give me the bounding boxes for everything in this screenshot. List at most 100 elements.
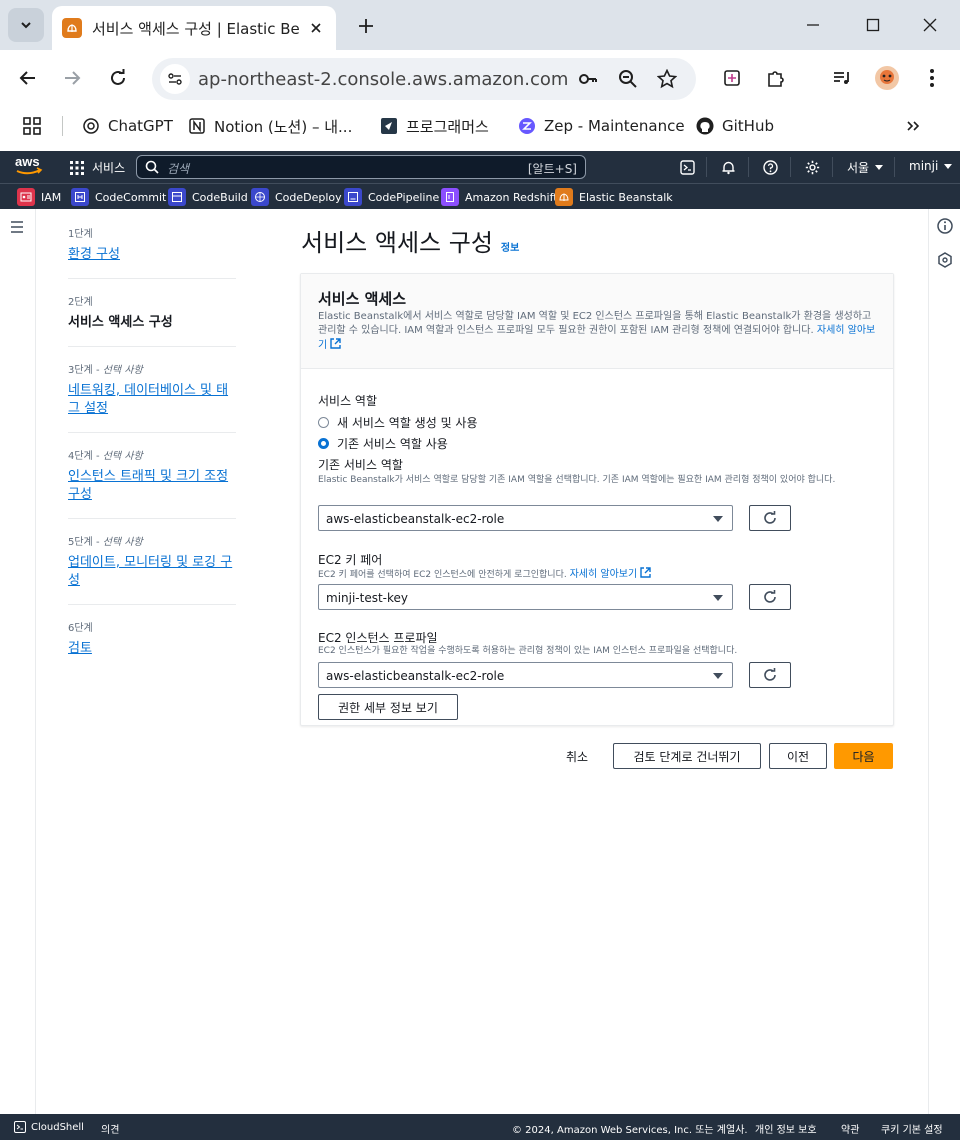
new-tab-icon[interactable] — [354, 14, 378, 38]
apps-grid-icon[interactable] — [22, 114, 42, 138]
refresh-profiles-button[interactable] — [749, 662, 791, 688]
favorites-bar: IAM CodeCommit CodeBuild CodeDeploy Code… — [0, 183, 960, 209]
privacy-link[interactable]: 개인 정보 보호 — [755, 1121, 817, 1136]
existing-role-select[interactable]: aws-elasticbeanstalk-ec2-role — [318, 505, 733, 531]
external-link-icon — [330, 338, 341, 349]
iam-icon — [17, 188, 35, 206]
elastic-beanstalk-icon — [555, 188, 573, 206]
feedback-link[interactable]: 의견 — [101, 1121, 119, 1136]
favorite-iam[interactable]: IAM — [17, 187, 61, 207]
radio-new-service-role[interactable]: 새 서비스 역할 생성 및 사용 — [318, 414, 478, 431]
aws-search-input[interactable]: 검색 [알트+S] — [136, 155, 586, 179]
menu-hamburger-icon[interactable] — [9, 219, 27, 235]
next-button[interactable]: 다음 — [834, 743, 893, 769]
tab-close-icon[interactable] — [306, 18, 326, 38]
region-label: 서울 — [847, 161, 870, 175]
account-label: minji — [909, 159, 939, 173]
nav-divider — [894, 157, 895, 177]
browser-tab[interactable]: 서비스 액세스 구성 | Elastic Be — [52, 6, 336, 50]
tab-title: 서비스 액세스 구성 | Elastic Be — [92, 19, 300, 38]
tools-rail — [928, 209, 960, 1114]
previous-button[interactable]: 이전 — [769, 743, 827, 769]
favorite-redshift[interactable]: Amazon Redshift — [441, 187, 558, 207]
refresh-roles-button[interactable] — [749, 505, 791, 531]
cloudshell-footer-button[interactable]: CloudShell — [14, 1121, 84, 1133]
radio-label: 기존 서비스 역할 사용 — [337, 437, 448, 451]
favorite-elastic-beanstalk[interactable]: Elastic Beanstalk — [555, 187, 673, 207]
help-icon[interactable] — [762, 159, 778, 175]
bookmark-star-icon[interactable] — [655, 67, 679, 91]
media-playlist-icon[interactable] — [828, 64, 856, 92]
aws-logo[interactable]: aws — [14, 154, 44, 178]
wizard-step-5: 5단계 - 선택 사항 업데이트, 모니터링 및 로깅 구성 — [68, 533, 236, 605]
bookmark-programmers[interactable]: 프로그래머스 — [380, 114, 489, 138]
select-value: minji-test-key — [326, 591, 409, 605]
profile-avatar[interactable] — [873, 64, 901, 92]
bookmark-github[interactable]: GitHub — [696, 114, 774, 138]
step-link-environment[interactable]: 환경 구성 — [68, 246, 236, 264]
tab-search-button[interactable] — [8, 8, 44, 42]
forward-icon[interactable] — [58, 64, 86, 92]
step-number: 3단계 - 선택 사항 — [68, 365, 143, 376]
notifications-bell-icon[interactable] — [720, 159, 736, 175]
account-menu[interactable]: minji — [909, 159, 953, 173]
keypair-label: EC2 키 페어 — [318, 553, 383, 567]
svg-text:aws: aws — [15, 154, 40, 169]
keypair-select[interactable]: minji-test-key — [318, 584, 733, 610]
favorite-codebuild[interactable]: CodeBuild — [168, 187, 248, 207]
page-title: 서비스 액세스 구성 — [301, 229, 493, 257]
refresh-keypairs-button[interactable] — [749, 584, 791, 610]
step-link-traffic-scaling[interactable]: 인스턴스 트래픽 및 크기 조정 구성 — [68, 468, 236, 504]
password-key-icon[interactable] — [576, 67, 600, 91]
terms-link[interactable]: 약관 — [841, 1121, 859, 1136]
cancel-button[interactable]: 취소 — [566, 748, 588, 765]
bookmarks-bar: ChatGPT Notion (노션) – 내... 프로그래머스 Zep - … — [0, 106, 960, 146]
service-role-label: 서비스 역할 — [318, 394, 378, 408]
maximize-icon[interactable] — [860, 12, 886, 38]
select-value: aws-elasticbeanstalk-ec2-role — [326, 669, 505, 683]
site-info-icon[interactable] — [160, 64, 190, 94]
browser-toolbar: ap-northeast-2.console.aws.amazon.com/el… — [0, 50, 960, 106]
minimize-icon[interactable] — [800, 12, 826, 38]
radio-existing-service-role[interactable]: 기존 서비스 역할 사용 — [318, 435, 448, 452]
favorite-codecommit[interactable]: CodeCommit — [71, 187, 166, 207]
favorite-label: CodePipeline — [368, 190, 440, 204]
region-selector[interactable]: 서울 — [847, 159, 884, 176]
instance-profile-description: EC2 인스턴스가 필요한 작업을 수행하도록 허용하는 관리형 정책이 있는 … — [318, 646, 738, 656]
cookie-preferences-link[interactable]: 쿠키 기본 설정 — [881, 1121, 943, 1136]
cloudshell-icon[interactable] — [679, 159, 695, 175]
step-link-networking[interactable]: 네트워킹, 데이터베이스 및 태그 설정 — [68, 382, 236, 418]
step-number: 5단계 - 선택 사항 — [68, 537, 143, 548]
address-bar[interactable]: ap-northeast-2.console.aws.amazon.com/el… — [152, 58, 696, 100]
zoom-icon[interactable] — [616, 67, 640, 91]
back-icon[interactable] — [14, 64, 42, 92]
view-permissions-button[interactable]: 권한 세부 정보 보기 — [318, 694, 458, 720]
instance-profile-select[interactable]: aws-elasticbeanstalk-ec2-role — [318, 662, 733, 688]
favorite-codedeploy[interactable]: CodeDeploy — [251, 187, 342, 207]
settings-gear-icon[interactable] — [804, 159, 820, 175]
browser-menu-icon[interactable] — [918, 64, 946, 92]
extension-box-icon[interactable] — [718, 64, 746, 92]
bookmark-label: Zep - Maintenance — [544, 117, 685, 135]
skip-to-review-button[interactable]: 검토 단계로 건너뛰기 — [613, 743, 761, 769]
step-link-monitoring[interactable]: 업데이트, 모니터링 및 로깅 구성 — [68, 554, 236, 590]
bookmark-notion[interactable]: Notion (노션) – 내... — [188, 114, 352, 138]
window-close-icon[interactable] — [917, 12, 943, 38]
bookmark-zep[interactable]: Zep - Maintenance — [518, 114, 685, 138]
panel-title: 서비스 액세스 — [318, 290, 407, 308]
step-link-review[interactable]: 검토 — [68, 640, 236, 658]
reload-icon[interactable] — [104, 64, 132, 92]
info-link[interactable]: 정보 — [501, 239, 519, 254]
bookmark-label: ChatGPT — [108, 117, 173, 135]
cloudshell-icon — [14, 1121, 26, 1133]
bookmark-chatgpt[interactable]: ChatGPT — [82, 114, 173, 138]
services-menu-button[interactable]: 서비스 — [70, 159, 125, 176]
keypair-learn-more-link[interactable]: 자세히 알아보기 — [570, 567, 652, 580]
more-bookmarks-icon[interactable] — [906, 114, 920, 138]
extensions-puzzle-icon[interactable] — [762, 64, 790, 92]
favorite-codepipeline[interactable]: CodePipeline — [344, 187, 439, 207]
resource-hexagon-icon[interactable] — [936, 251, 954, 269]
info-circle-icon[interactable] — [936, 217, 954, 235]
console-footer: CloudShell 의견 © 2024, Amazon Web Service… — [0, 1114, 960, 1140]
search-placeholder: 검색 — [167, 162, 190, 176]
